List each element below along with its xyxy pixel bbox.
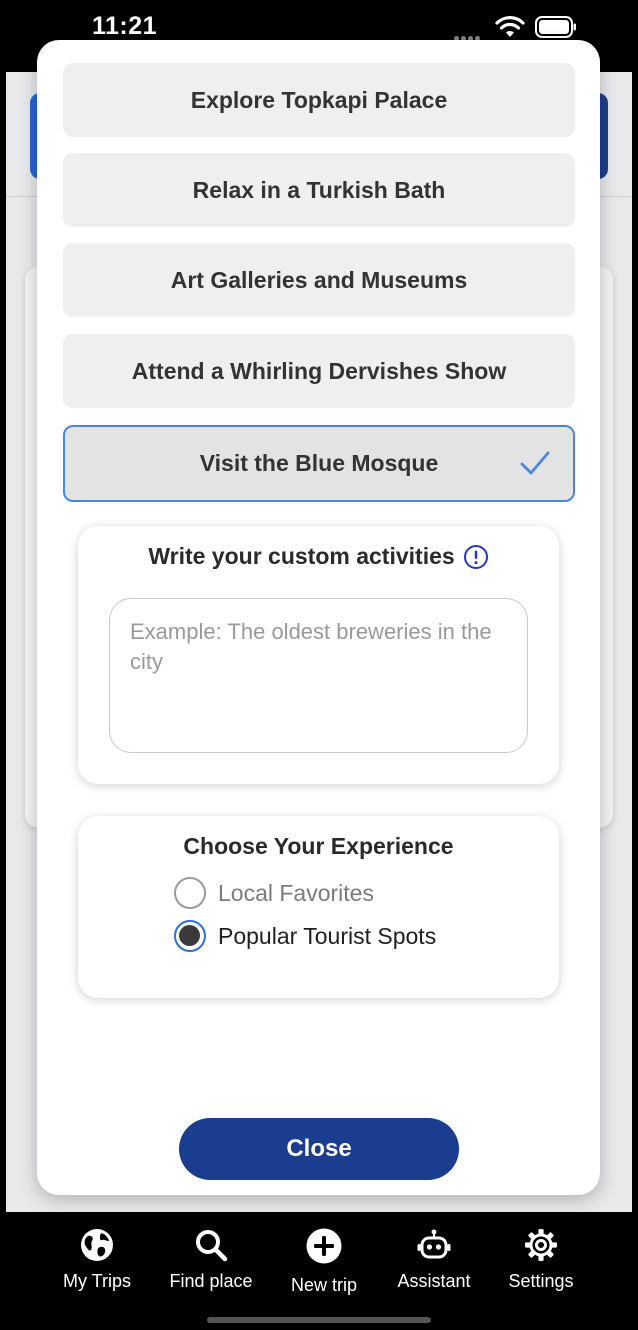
custom-activities-title: Write your custom activities [78,542,559,570]
globe-icon [81,1229,113,1261]
activity-label: Art Galleries and Museums [170,266,468,293]
tab-label: Find place [169,1271,253,1291]
experience-title: Choose Your Experience [183,833,454,859]
radio-button[interactable] [174,877,206,909]
close-button[interactable]: Close [179,1118,459,1180]
tab-label: Settings [508,1271,574,1291]
activity-option-topkapi-palace[interactable]: Explore Topkapi Palace [63,63,575,137]
activity-option-art-galleries[interactable]: Art Galleries and Museums [63,243,575,317]
activity-option-turkish-bath[interactable]: Relax in a Turkish Bath [63,153,575,227]
tab-assistant[interactable]: Assistant [391,1227,477,1292]
tab-label: My Trips [62,1271,131,1291]
activity-label: Visit the Blue Mosque [199,450,439,476]
custom-activities-title-text: Write your custom activities [148,543,455,570]
tab-my-trips[interactable]: My Trips [56,1227,138,1292]
tab-settings[interactable]: Settings [503,1227,579,1292]
custom-activities-input[interactable] [109,598,528,753]
experience-option-popular-tourist-spots[interactable]: Popular Tourist Spots [174,919,436,953]
info-icon[interactable] [463,544,489,570]
robot-icon [417,1229,451,1259]
search-icon [196,1230,228,1262]
radio-label: Local Favorites [218,879,374,906]
activities-modal: Explore Topkapi Palace Relax in a Turkis… [37,40,600,1195]
activity-label: Relax in a Turkish Bath [192,176,446,203]
activity-option-blue-mosque[interactable]: Visit the Blue Mosque [63,425,575,502]
app-screen: 11:21 Explore Topkapi Palace Relax in a … [0,0,638,1330]
status-time: 11:21 [92,12,158,40]
gear-icon [525,1229,557,1261]
radio-label: Popular Tourist Spots [218,922,437,949]
home-indicator [207,1317,431,1323]
tab-find-place[interactable]: Find place [164,1227,258,1292]
battery-icon [535,16,576,38]
tab-label: New trip [290,1275,357,1295]
tab-new-trip[interactable]: New trip [284,1227,364,1296]
experience-option-local-favorites[interactable]: Local Favorites [174,876,374,910]
wifi-icon [495,16,525,37]
activity-option-whirling-dervishes[interactable]: Attend a Whirling Dervishes Show [63,334,575,408]
checkmark-icon [520,451,550,475]
tab-bar: My Trips Find place New trip Assistant S… [0,1213,638,1330]
activity-label: Attend a Whirling Dervishes Show [131,357,507,384]
activity-label: Explore Topkapi Palace [190,86,448,113]
custom-activities-card: Write your custom activities [78,526,559,784]
tab-label: Assistant [397,1271,471,1291]
plus-circle-icon [306,1228,342,1264]
radio-button-selected[interactable] [174,920,206,952]
experience-card: Choose Your Experience Local Favorites P… [78,816,559,998]
